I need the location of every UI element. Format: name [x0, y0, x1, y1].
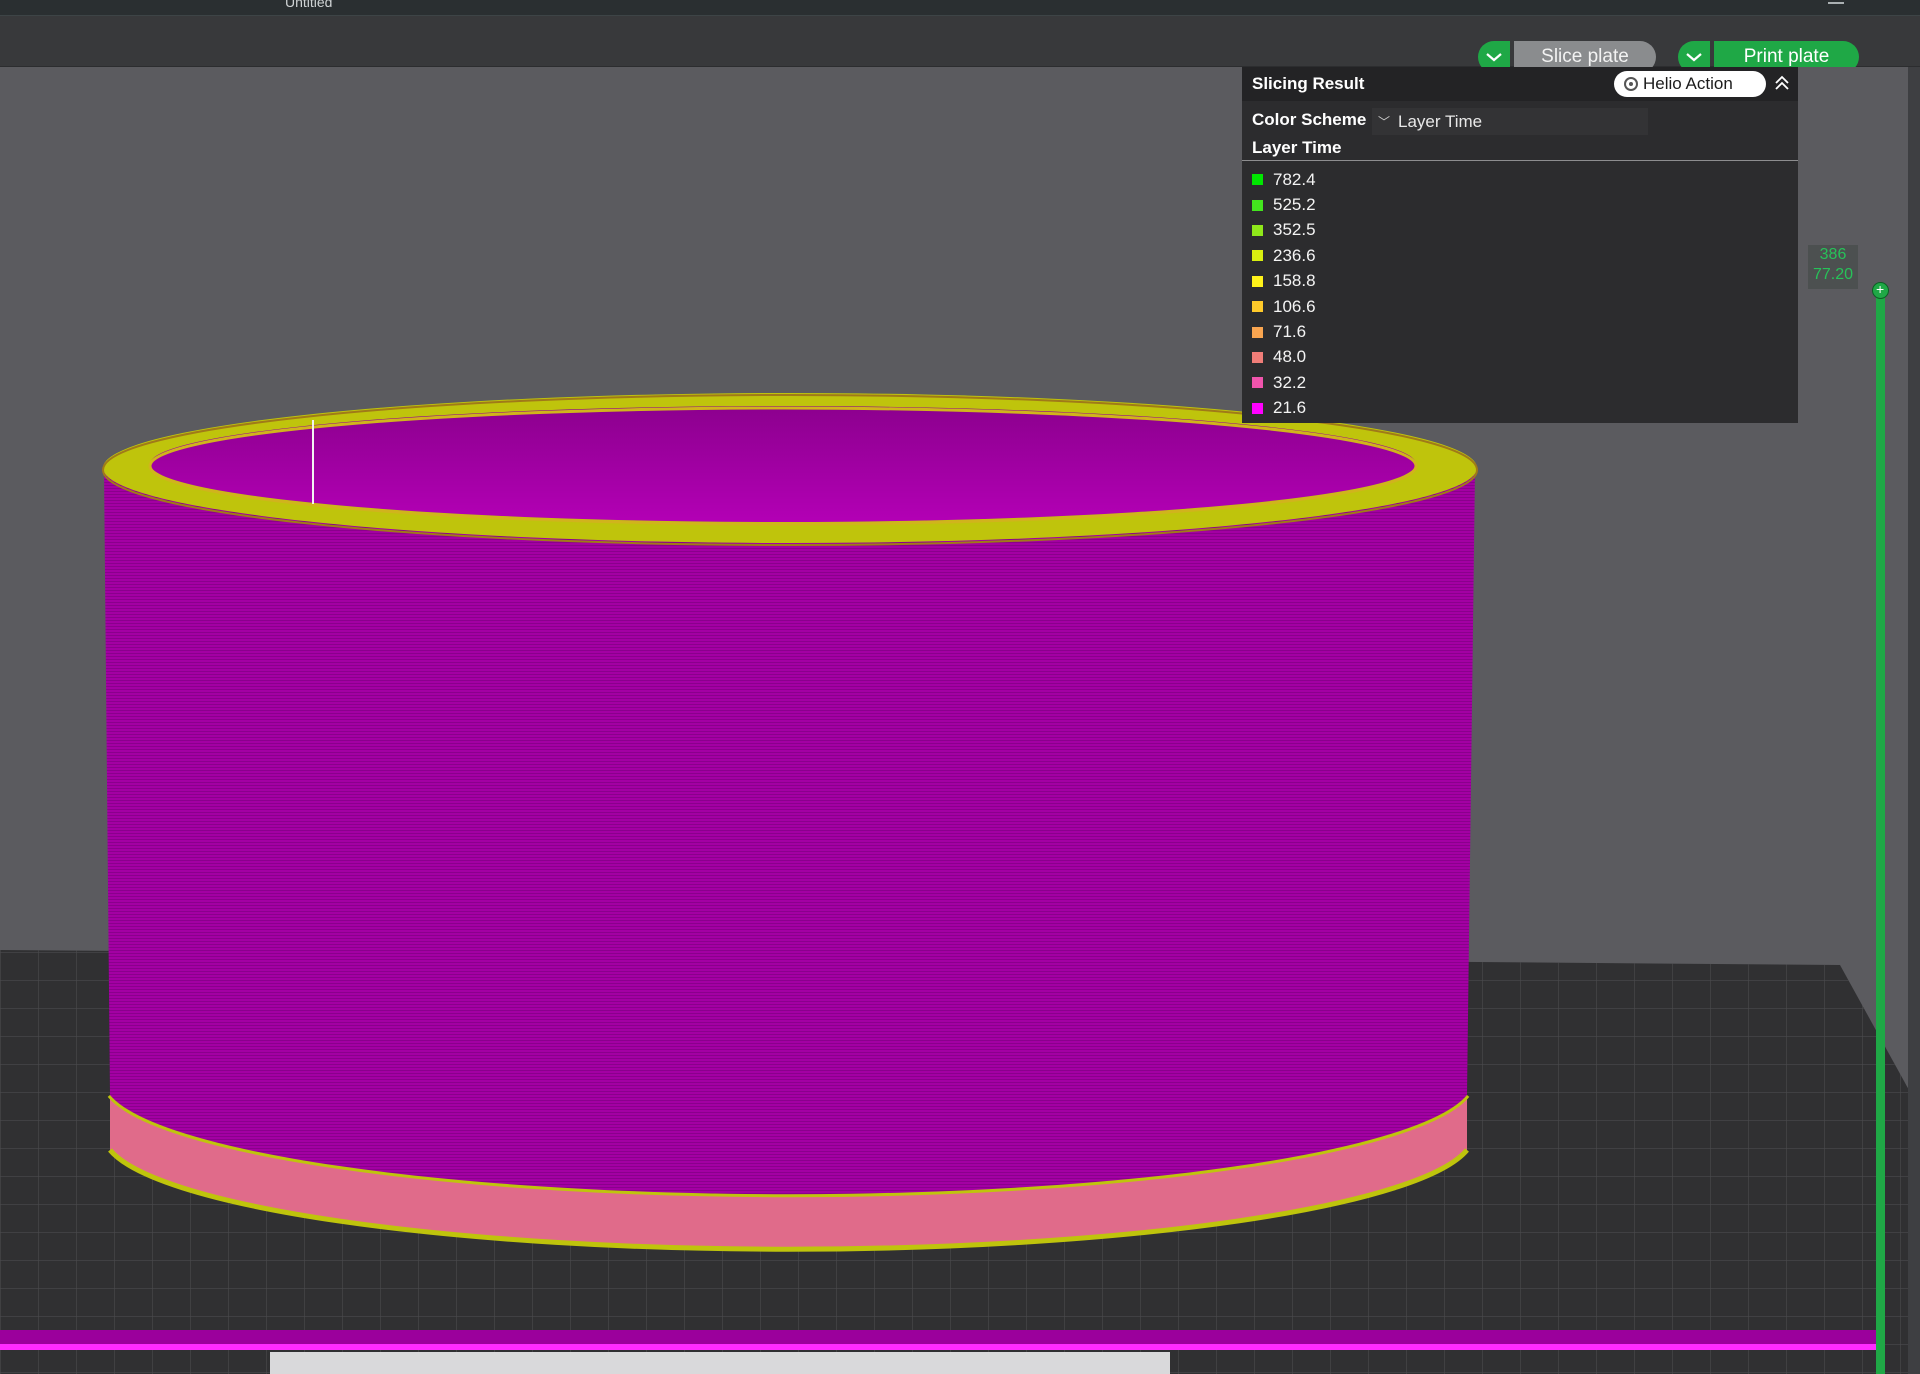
legend-swatch	[1252, 326, 1263, 338]
legend-swatch	[1252, 174, 1263, 186]
helio-action-button[interactable]: Helio Action	[1614, 71, 1766, 97]
top-toolbar: Slice plate Print plate	[0, 16, 1920, 73]
helio-action-label: Helio Action	[1643, 74, 1733, 93]
legend-item: 106.6	[1252, 294, 1316, 319]
legend-item: 71.6	[1252, 319, 1316, 344]
chevron-down-icon	[1486, 53, 1502, 62]
plate-edge-strip	[0, 1330, 1880, 1344]
legend-value: 106.6	[1273, 296, 1316, 316]
legend-value: 352.5	[1273, 220, 1316, 240]
legend-item: 21.6	[1252, 396, 1316, 421]
legend-value: 21.6	[1273, 398, 1307, 418]
legend-value: 158.8	[1273, 271, 1316, 291]
legend-item: 236.6	[1252, 243, 1316, 268]
legend-value: 782.4	[1273, 169, 1316, 189]
layer-slider-handle[interactable]	[1872, 281, 1889, 299]
legend-item: 782.4	[1252, 167, 1316, 192]
layer-slider-track[interactable]	[1876, 292, 1885, 1374]
layer-height: 77.20	[1812, 266, 1854, 283]
divider	[1242, 160, 1798, 161]
color-scheme-select[interactable]: ﹀ Layer Time	[1372, 108, 1648, 135]
legend-swatch	[1252, 199, 1263, 211]
slicing-result-panel: Slicing Result Helio Action Color Scheme…	[1242, 67, 1798, 423]
legend-swatch	[1252, 402, 1263, 414]
scrollbar[interactable]	[1908, 67, 1920, 1374]
panel-title: Slicing Result	[1252, 74, 1365, 93]
chevron-down-icon	[1686, 53, 1702, 62]
legend-swatch	[1252, 377, 1263, 389]
layer-time-legend: 782.4 525.2 352.5 236.6 158.8 106.6 71.6…	[1252, 167, 1316, 421]
chevron-down-icon: ﹀	[1378, 115, 1391, 129]
legend-item: 48.0	[1252, 345, 1316, 370]
legend-value: 236.6	[1273, 245, 1316, 265]
legend-value: 525.2	[1273, 195, 1316, 215]
color-scheme-label: Color Scheme	[1252, 110, 1367, 129]
window-title: Untitled	[285, 0, 333, 10]
panel-header: Slicing Result Helio Action	[1242, 67, 1798, 101]
minimize-icon[interactable]	[1828, 0, 1844, 4]
cup-outer-wall	[104, 470, 1475, 1195]
legend-value: 32.2	[1273, 372, 1307, 392]
legend-swatch	[1252, 250, 1263, 262]
legend-swatch	[1252, 301, 1263, 313]
legend-item: 525.2	[1252, 192, 1316, 217]
color-scheme-value: Layer Time	[1398, 111, 1483, 131]
layer-number: 386	[1819, 246, 1847, 263]
legend-value: 48.0	[1273, 347, 1307, 367]
title-bar: Untitled	[0, 0, 1920, 16]
legend-item: 32.2	[1252, 370, 1316, 395]
legend-swatch	[1252, 224, 1263, 236]
legend-item: 158.8	[1252, 269, 1316, 294]
target-icon	[1624, 77, 1638, 91]
layer-readout: 386 77.20	[1808, 245, 1858, 289]
legend-swatch	[1252, 275, 1263, 287]
legend-item: 352.5	[1252, 218, 1316, 243]
collapse-icon[interactable]	[1774, 75, 1790, 91]
legend-value: 71.6	[1273, 322, 1307, 342]
legend-swatch	[1252, 351, 1263, 363]
legend-title: Layer Time	[1252, 138, 1342, 157]
